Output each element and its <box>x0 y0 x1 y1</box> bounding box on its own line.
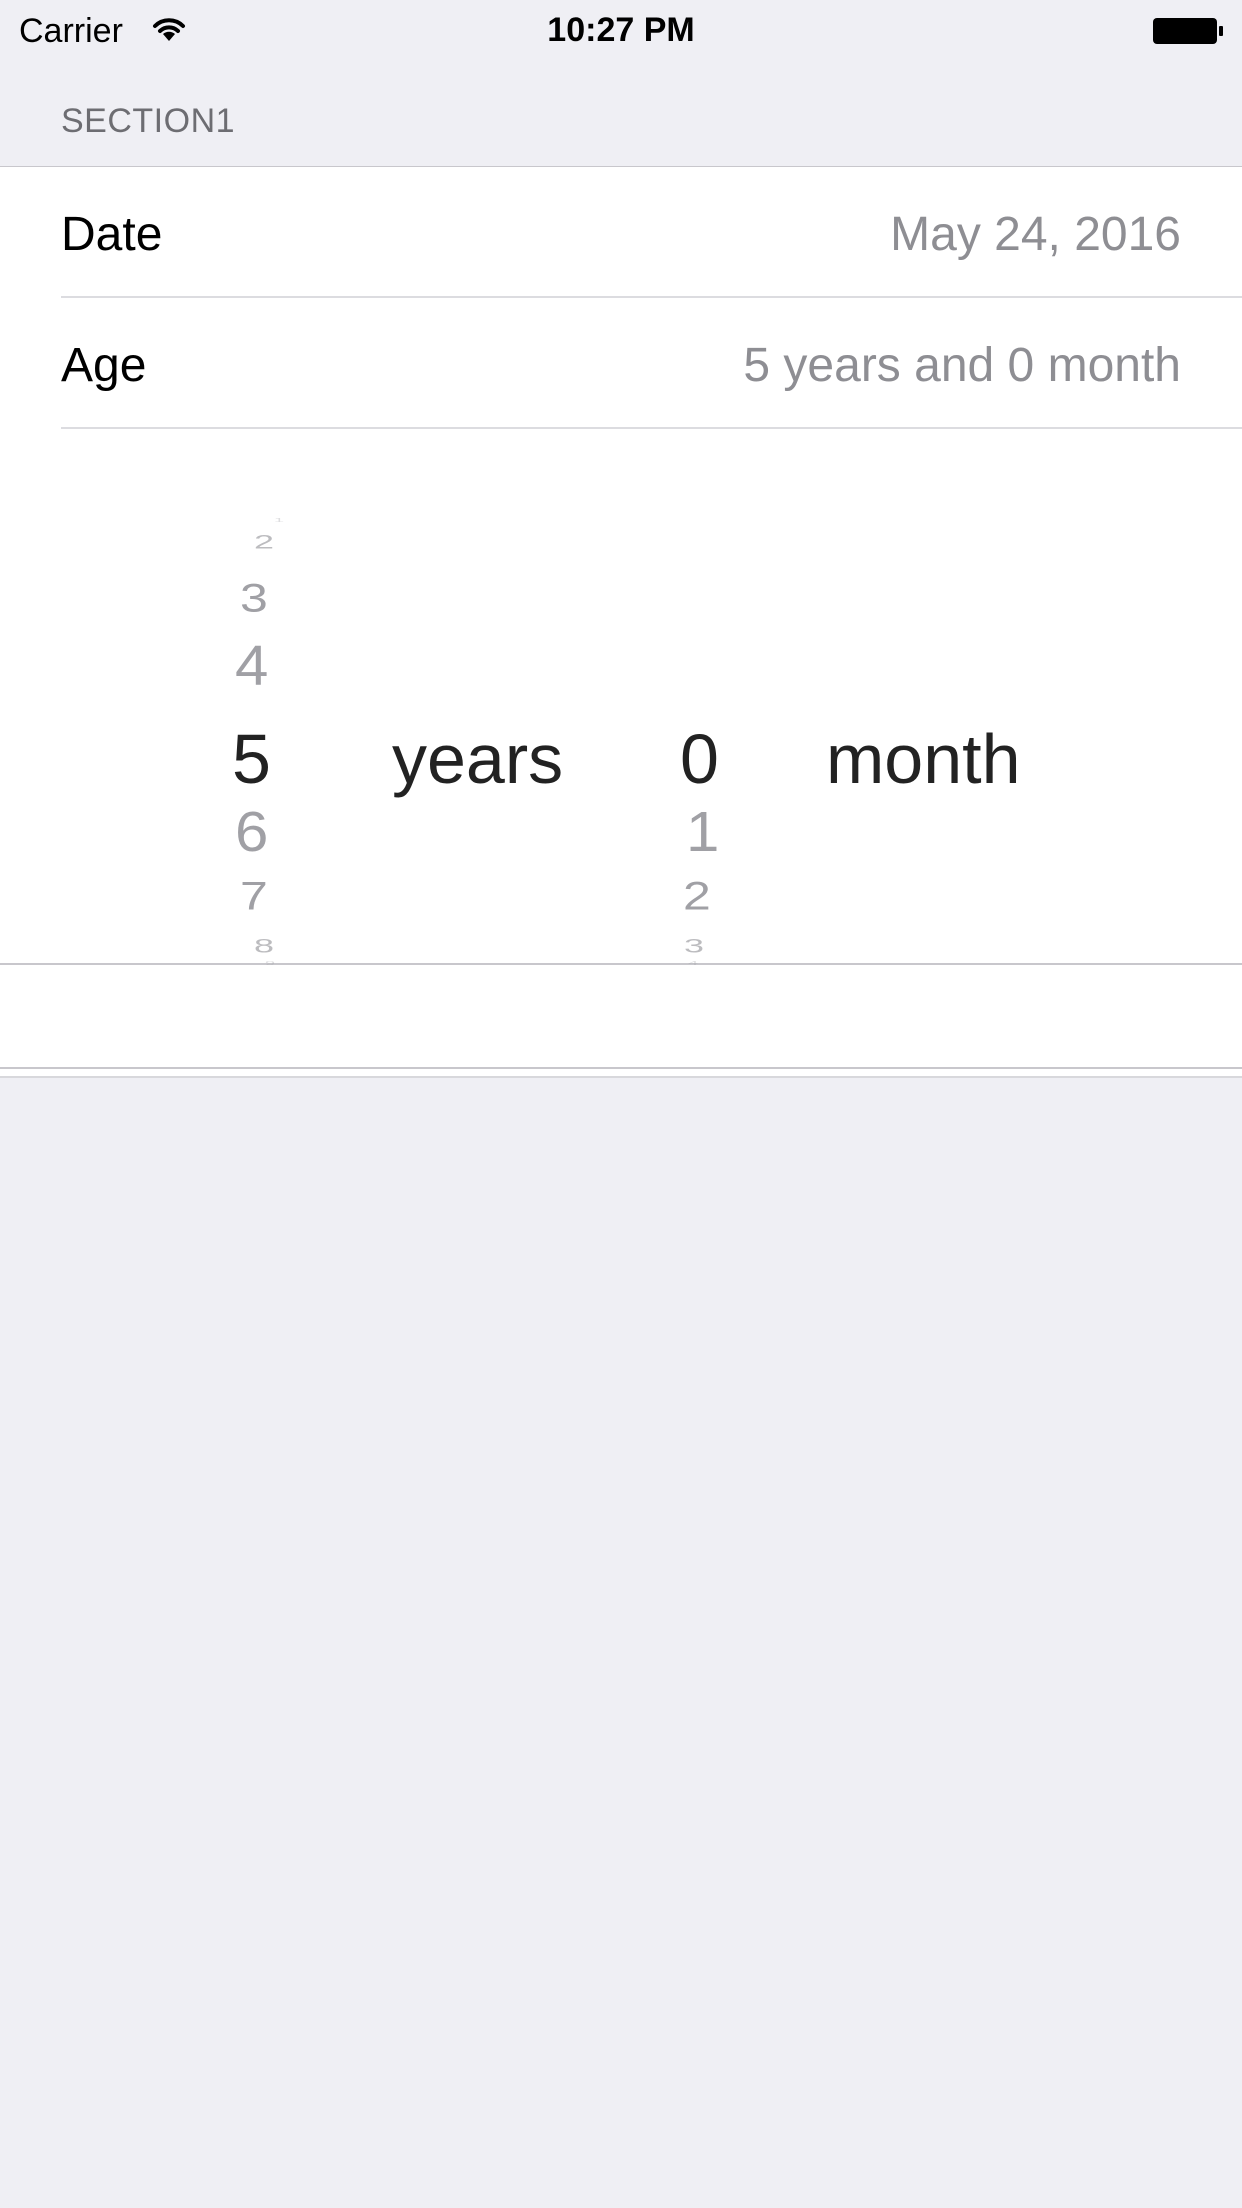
picker-selection-bottom-line <box>0 1067 1242 1069</box>
picker-years-row: 4 <box>235 633 269 698</box>
picker-months-row: 4 <box>688 960 699 967</box>
picker-months-row: 1 <box>686 799 720 864</box>
picker-months-row: 2 <box>683 873 711 919</box>
picker-selection-top-line <box>0 963 1242 965</box>
picker-years-row: 2 <box>254 530 275 553</box>
age-label: Age <box>61 339 147 392</box>
status-time: 10:27 PM <box>547 11 695 49</box>
picker-years-row: 9 <box>265 960 276 967</box>
picker-months-row: 3 <box>684 934 705 957</box>
status-bar: Carrier 10:27 PM <box>0 0 1242 60</box>
age-row[interactable]: Age 5 years and 0 month <box>0 298 1242 429</box>
section-header: SECTION1 <box>61 102 236 140</box>
picker-years-unit: years <box>392 720 564 798</box>
screen: Carrier 10:27 PM SECTION1 Date May 24, 2… <box>0 0 1242 2208</box>
picker-years-row: 1 <box>274 517 285 524</box>
picker-years-row: 7 <box>240 873 268 919</box>
date-label: Date <box>61 208 163 261</box>
date-row[interactable]: Date May 24, 2016 <box>0 167 1242 298</box>
picker-years-selected: 5 <box>232 720 271 798</box>
picker-years-row: 6 <box>235 799 269 864</box>
date-value: May 24, 2016 <box>890 208 1181 261</box>
age-value: 5 years and 0 month <box>743 339 1181 392</box>
picker-years-row: 8 <box>254 934 275 957</box>
picker-years-row: 3 <box>240 575 268 621</box>
age-picker[interactable]: 1 2 3 4 5 6 7 8 9 years 0 1 2 3 4 month <box>0 429 1242 1079</box>
battery-icon <box>1153 18 1223 44</box>
picker-months-unit: month <box>826 720 1021 798</box>
picker-months-selected: 0 <box>680 720 719 798</box>
table-group: Date May 24, 2016 Age 5 years and 0 mont… <box>0 166 1242 1078</box>
